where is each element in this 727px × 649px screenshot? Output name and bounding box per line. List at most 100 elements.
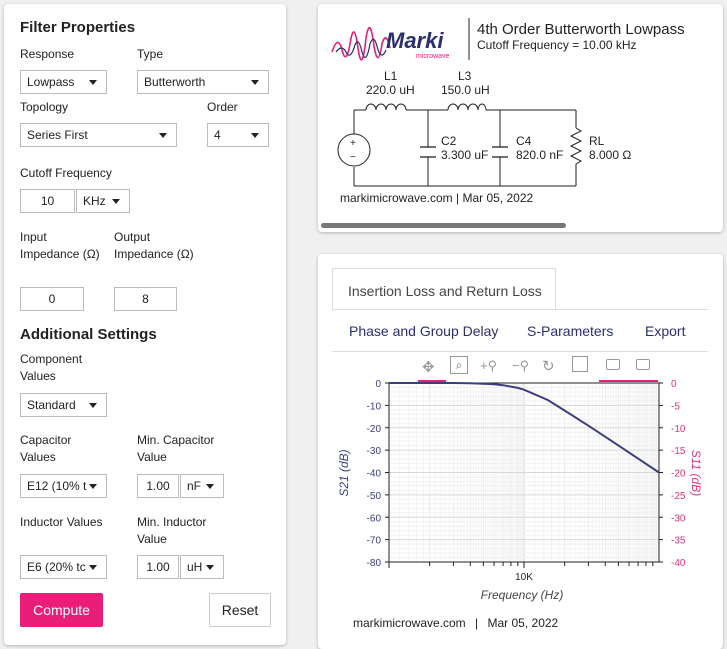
y-tick-label: -80 xyxy=(367,558,382,569)
type-label: Type xyxy=(137,47,164,61)
chevron-down-icon xyxy=(89,80,97,85)
type-select[interactable]: Butterworth xyxy=(137,70,269,94)
chart-panel: Insertion Loss and Return Loss Phase and… xyxy=(318,254,723,649)
min-inductor-label: Min. Inductor Value xyxy=(137,515,207,546)
chevron-down-icon xyxy=(206,565,214,570)
min-capacitor-label: Min. Capacitor Value xyxy=(137,433,215,464)
rl-name: RL xyxy=(589,134,605,148)
component-values-select[interactable]: Standard xyxy=(20,393,107,417)
y2-tick-label: -25 xyxy=(671,491,686,502)
order-select-value: 4 xyxy=(214,128,221,142)
min-capacitor-unit-select[interactable]: nF xyxy=(180,474,224,498)
inductor-values-select[interactable]: E6 (20% tc xyxy=(20,555,107,579)
filter-panel: Filter Properties Response Lowpass Type … xyxy=(4,4,286,645)
c2-value: 3.300 uF xyxy=(441,148,488,162)
chevron-down-icon xyxy=(89,565,97,570)
x-axis-ticks: 10K xyxy=(388,562,654,583)
l3-name: L3 xyxy=(458,69,472,83)
topology-select[interactable]: Series First xyxy=(20,123,177,147)
plot-footer-site: markimicrowave.com xyxy=(353,616,466,630)
response-select[interactable]: Lowpass xyxy=(20,70,107,94)
inductor-values-label: Inductor Values xyxy=(20,515,103,529)
save-icon[interactable] xyxy=(572,356,588,372)
input-impedance-field[interactable]: 0 xyxy=(20,287,84,311)
hover-compare-icon[interactable] xyxy=(636,359,650,370)
output-impedance-label-text: Output Impedance (Ω) xyxy=(114,230,194,261)
chevron-down-icon xyxy=(206,484,214,489)
marki-logo-icon xyxy=(331,27,391,61)
y-axis-label: S21 (dB) xyxy=(337,449,351,496)
additional-settings-title: Additional Settings xyxy=(20,326,157,343)
inductor-l1-icon xyxy=(365,103,407,111)
response-label: Response xyxy=(20,47,75,61)
y-tick-label: -70 xyxy=(367,536,382,547)
inductor-l3-icon xyxy=(447,103,487,111)
min-inductor-input[interactable]: 1.00 xyxy=(137,555,179,579)
chevron-down-icon xyxy=(159,133,167,138)
capacitor-values-label: Capacitor Values xyxy=(20,433,72,464)
cutoff-input[interactable]: 10 xyxy=(20,189,75,213)
schematic-diagram: Marki microwave 4th Order Butterworth Lo… xyxy=(331,18,685,205)
schematic-subtitle: Cutoff Frequency = 10.00 kHz xyxy=(477,38,637,52)
tab-phase-group-delay[interactable]: Phase and Group Delay xyxy=(349,323,498,339)
component-values-label: Component Values xyxy=(20,352,83,383)
logo-subtext: microwave xyxy=(416,53,450,60)
y-tick-label: -40 xyxy=(367,469,382,480)
l1-name: L1 xyxy=(384,69,398,83)
input-impedance-label: Input Impedance (Ω) xyxy=(20,229,100,263)
order-select[interactable]: 4 xyxy=(207,123,269,147)
c4-value: 820.0 nF xyxy=(516,148,563,162)
min-inductor-unit-value: uH xyxy=(187,560,203,574)
cutoff-label: Cutoff Frequency xyxy=(20,166,112,180)
chart-grid xyxy=(388,382,659,563)
y2-tick-label: -35 xyxy=(671,536,686,547)
schematic-title: 4th Order Butterworth Lowpass xyxy=(477,21,685,38)
output-impedance-field[interactable]: 8 xyxy=(114,287,177,311)
c2-name: C2 xyxy=(441,134,457,148)
y2-tick-label: -40 xyxy=(671,558,686,569)
cutoff-unit-value: KHz xyxy=(83,194,106,208)
x-axis-label: Frequency (Hz) xyxy=(481,588,564,602)
tab-row-divider xyxy=(332,351,708,352)
plot-footer: markimicrowave.com | Mar 05, 2022 xyxy=(353,616,558,630)
c4-name: C4 xyxy=(516,134,532,148)
y-tick-label: -50 xyxy=(367,491,382,502)
type-select-value: Butterworth xyxy=(144,75,206,89)
plot-footer-sep: | xyxy=(475,616,479,630)
tab-export[interactable]: Export xyxy=(645,323,685,339)
y2-tick-label: -5 xyxy=(671,401,680,412)
y2-tick-label: -20 xyxy=(671,469,686,480)
output-impedance-label: Output Impedance (Ω) xyxy=(114,229,194,263)
chevron-down-icon xyxy=(251,133,259,138)
order-label: Order xyxy=(207,100,238,114)
capacitor-values-value: E12 (10% t xyxy=(27,479,87,493)
y2-axis-label: S11 (dB) xyxy=(689,450,703,496)
min-capacitor-input[interactable]: 1.00 xyxy=(137,474,179,498)
y2-tick-label: -15 xyxy=(671,446,686,457)
y2-tick-label: -10 xyxy=(671,424,686,435)
chevron-down-icon xyxy=(89,484,97,489)
filter-properties-title: Filter Properties xyxy=(20,19,136,36)
tab-divider xyxy=(332,309,708,310)
tab-s-parameters[interactable]: S-Parameters xyxy=(527,323,613,339)
tab-insertion-loss-label: Insertion Loss and Return Loss xyxy=(348,283,542,299)
reset-button[interactable]: Reset xyxy=(209,593,271,627)
min-capacitor-unit-value: nF xyxy=(187,479,202,493)
capacitor-values-select[interactable]: E12 (10% t xyxy=(20,474,107,498)
topology-label: Topology xyxy=(20,100,69,114)
source-plus: + xyxy=(350,138,356,149)
hover-closest-icon[interactable] xyxy=(606,359,620,370)
y2-tick-label: 0 xyxy=(671,379,677,390)
min-inductor-unit-select[interactable]: uH xyxy=(180,555,224,579)
topology-select-value: Series First xyxy=(27,128,88,142)
compute-button[interactable]: Compute xyxy=(20,593,103,627)
insertion-loss-chart: 0 -10 -20 -30 -40 -50 -60 -70 -80 0 -5 -10 -15 -20 -2… xyxy=(337,379,703,602)
horizontal-scrollbar[interactable] xyxy=(321,223,566,228)
response-select-value: Lowpass xyxy=(27,75,75,89)
tab-insertion-loss[interactable]: Insertion Loss and Return Loss xyxy=(332,268,556,310)
y-axis-ticks: 0 -10 -20 -30 -40 -50 -60 -70 -80 xyxy=(367,379,389,569)
inductor-values-value: E6 (20% tc xyxy=(27,560,86,574)
cutoff-unit-select[interactable]: KHz xyxy=(76,189,130,213)
capacitor-c4-icon xyxy=(492,146,508,158)
capacitor-c2-icon xyxy=(420,146,436,158)
